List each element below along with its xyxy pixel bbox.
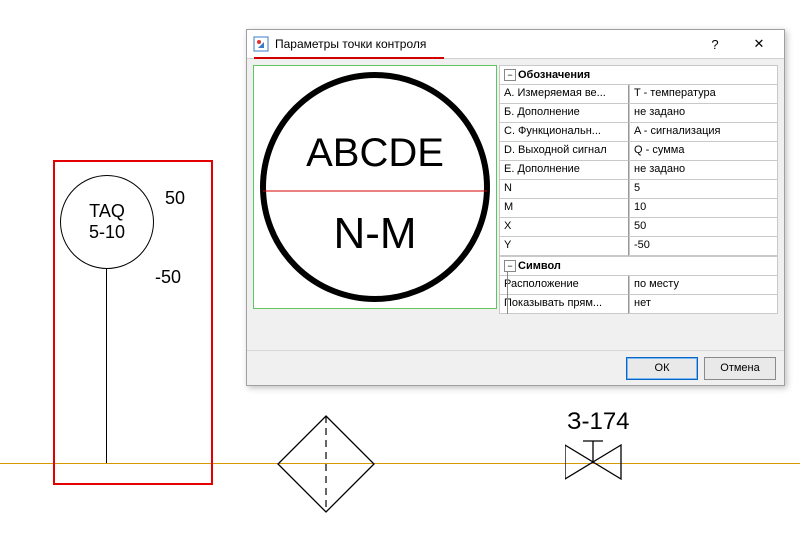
dialog-buttons: ОК Отмена xyxy=(247,350,784,385)
help-button[interactable]: ? xyxy=(696,33,734,55)
preview-vline xyxy=(507,271,508,314)
cancel-button[interactable]: Отмена xyxy=(704,357,776,380)
prop-value[interactable]: нет xyxy=(629,295,778,314)
title-underline xyxy=(254,57,444,59)
section-symbol[interactable]: − Символ xyxy=(499,256,778,276)
prop-key: A. Измеряемая ве... xyxy=(499,85,629,104)
prop-key: C. Функциональн... xyxy=(499,123,629,142)
prop-key: N xyxy=(499,180,629,199)
control-point-symbol[interactable]: TAQ 5-10 xyxy=(60,175,154,269)
dialog-titlebar[interactable]: Параметры точки контроля ? ✕ xyxy=(247,30,784,59)
dialog-title: Параметры точки контроля xyxy=(275,37,426,51)
prop-key: M xyxy=(499,199,629,218)
close-button[interactable]: ✕ xyxy=(740,33,778,55)
prop-value[interactable]: не задано xyxy=(629,161,778,180)
valve-label: З-174 xyxy=(567,408,630,436)
control-point-dialog: Параметры точки контроля ? ✕ ABCDE N-M −… xyxy=(246,29,785,386)
symbol-stem xyxy=(106,269,107,463)
ok-button[interactable]: ОК xyxy=(626,357,698,380)
prop-value[interactable]: Q - сумма xyxy=(629,142,778,161)
limit-low: -50 xyxy=(155,267,181,288)
valve-symbol[interactable] xyxy=(565,435,625,490)
prop-key: Показывать прям... xyxy=(499,295,629,314)
prop-key: D. Выходной сигнал xyxy=(499,142,629,161)
prop-value[interactable]: T - температура xyxy=(629,85,778,104)
prop-value[interactable]: A - сигнализация xyxy=(629,123,778,142)
prop-value[interactable]: 10 xyxy=(629,199,778,218)
prop-key: Расположение xyxy=(499,276,629,295)
prop-value[interactable]: 50 xyxy=(629,218,778,237)
filter-symbol[interactable] xyxy=(276,414,376,514)
prop-key: X xyxy=(499,218,629,237)
section-oboz[interactable]: − Обозначения xyxy=(499,65,778,85)
collapse-icon[interactable]: − xyxy=(504,69,516,81)
collapse-icon[interactable]: − xyxy=(504,260,516,272)
svg-text:N-M: N-M xyxy=(333,209,416,258)
prop-value[interactable]: -50 xyxy=(629,237,778,256)
prop-value[interactable]: по месту xyxy=(629,276,778,295)
dialog-icon xyxy=(253,36,269,52)
symbol-preview: ABCDE N-M xyxy=(253,65,497,309)
prop-key: Y xyxy=(499,237,629,256)
tag-code: TAQ xyxy=(89,201,125,222)
prop-value[interactable]: не задано xyxy=(629,104,778,123)
prop-key: Б. Дополнение xyxy=(499,104,629,123)
tag-range: 5-10 xyxy=(89,222,125,243)
limit-high: 50 xyxy=(165,188,185,209)
prop-key: E. Дополнение xyxy=(499,161,629,180)
property-grid[interactable]: − Обозначения A. Измеряемая ве...T - тем… xyxy=(499,65,778,344)
prop-value[interactable]: 5 xyxy=(629,180,778,199)
svg-text:ABCDE: ABCDE xyxy=(306,131,444,175)
